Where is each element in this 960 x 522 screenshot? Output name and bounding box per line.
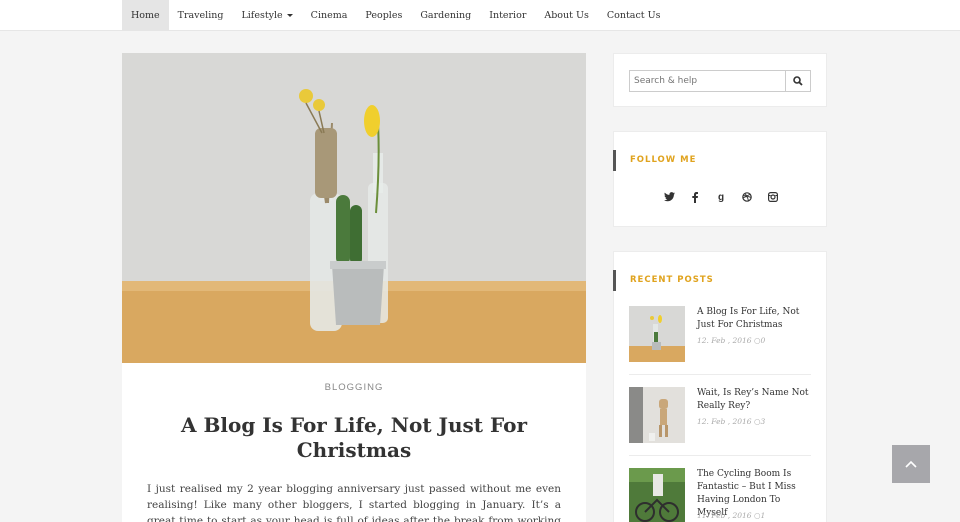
nav-menu: Home Traveling Lifestyle Cinema Peoples … [122, 0, 670, 31]
nav-label: Home [131, 10, 160, 21]
search-widget [613, 53, 827, 107]
nav-label: Peoples [365, 10, 403, 21]
post-card: BLOGGING A Blog Is For Life, Not Just Fo… [122, 53, 586, 522]
recent-post-item: Wait, Is Rey’s Name Not Really Rey? 12. … [629, 387, 811, 457]
post-excerpt: I just realised my 2 year blogging anniv… [147, 483, 561, 522]
comment-count[interactable]: 0 [761, 336, 766, 345]
nav-label: Gardening [420, 10, 472, 21]
divider [629, 374, 811, 375]
recent-title: RECENT POSTS [630, 275, 714, 285]
recent-posts-widget: RECENT POSTS A Blog Is For Life, Not Jus… [613, 251, 827, 522]
divider [629, 455, 811, 456]
caret-down-icon [286, 14, 293, 17]
recent-post-item: A Blog Is For Life, Not Just For Christm… [629, 306, 811, 376]
recent-post-meta: 12. Feb , 2016 ○0 [697, 336, 765, 345]
chevron-up-icon [905, 460, 917, 468]
recent-post-thumbnail[interactable] [629, 306, 685, 362]
widget-title-bar [613, 270, 616, 291]
nav-item-cinema[interactable]: Cinema [302, 0, 357, 31]
nav-item-interior[interactable]: Interior [480, 0, 535, 31]
search-input[interactable] [630, 71, 785, 91]
recent-post-meta: 12. Feb , 2016 ○3 [697, 417, 765, 426]
nav-item-gardening[interactable]: Gardening [411, 0, 480, 31]
social-icons: g [614, 190, 828, 204]
instagram-icon[interactable] [766, 190, 780, 204]
search-icon [793, 76, 803, 86]
recent-post-thumbnail[interactable] [629, 387, 685, 443]
nav-label: Traveling [177, 10, 224, 21]
nav-label: Lifestyle [241, 10, 283, 21]
cactus-vase-photo [122, 53, 586, 363]
follow-title: FOLLOW ME [630, 155, 697, 165]
post-date: 12. Feb , 2016 [697, 336, 752, 345]
google-plus-icon[interactable]: g [714, 190, 728, 204]
nav-item-lifestyle[interactable]: Lifestyle [232, 0, 301, 31]
nav-item-about-us[interactable]: About Us [535, 0, 598, 31]
recent-post-title[interactable]: A Blog Is For Life, Not Just For Christm… [697, 306, 811, 332]
comment-count[interactable]: 3 [761, 417, 766, 426]
post-featured-image[interactable] [122, 53, 586, 363]
search-form [629, 70, 811, 92]
search-button[interactable] [785, 71, 810, 91]
recent-post-meta: 11. Feb , 2016 ○1 [697, 511, 765, 520]
recent-post-thumbnail[interactable] [629, 468, 685, 522]
widget-title-bar [613, 150, 616, 171]
post-category[interactable]: BLOGGING [122, 382, 586, 393]
post-date: 11. Feb , 2016 [697, 511, 752, 520]
nav-item-home[interactable]: Home [122, 0, 169, 31]
nav-item-traveling[interactable]: Traveling [169, 0, 233, 31]
nav-label: Interior [489, 10, 527, 21]
recent-post-item: The Cycling Boom Is Fantastic – But I Mi… [629, 468, 811, 522]
facebook-icon[interactable] [688, 190, 702, 204]
recent-post-title[interactable]: Wait, Is Rey’s Name Not Really Rey? [697, 387, 811, 413]
nav-item-contact-us[interactable]: Contact Us [598, 0, 670, 31]
post-date: 12. Feb , 2016 [697, 417, 752, 426]
dribbble-icon[interactable] [740, 190, 754, 204]
twitter-icon[interactable] [662, 190, 676, 204]
follow-widget: FOLLOW ME g [613, 131, 827, 227]
nav-label: About Us [544, 10, 589, 21]
comment-count[interactable]: 1 [761, 511, 766, 520]
nav-label: Contact Us [606, 10, 661, 21]
post-title[interactable]: A Blog Is For Life, Not Just For Christm… [162, 413, 546, 463]
back-to-top-button[interactable] [892, 445, 930, 483]
top-navigation: Home Traveling Lifestyle Cinema Peoples … [0, 0, 960, 31]
nav-label: Cinema [310, 10, 348, 21]
nav-item-peoples[interactable]: Peoples [356, 0, 411, 31]
